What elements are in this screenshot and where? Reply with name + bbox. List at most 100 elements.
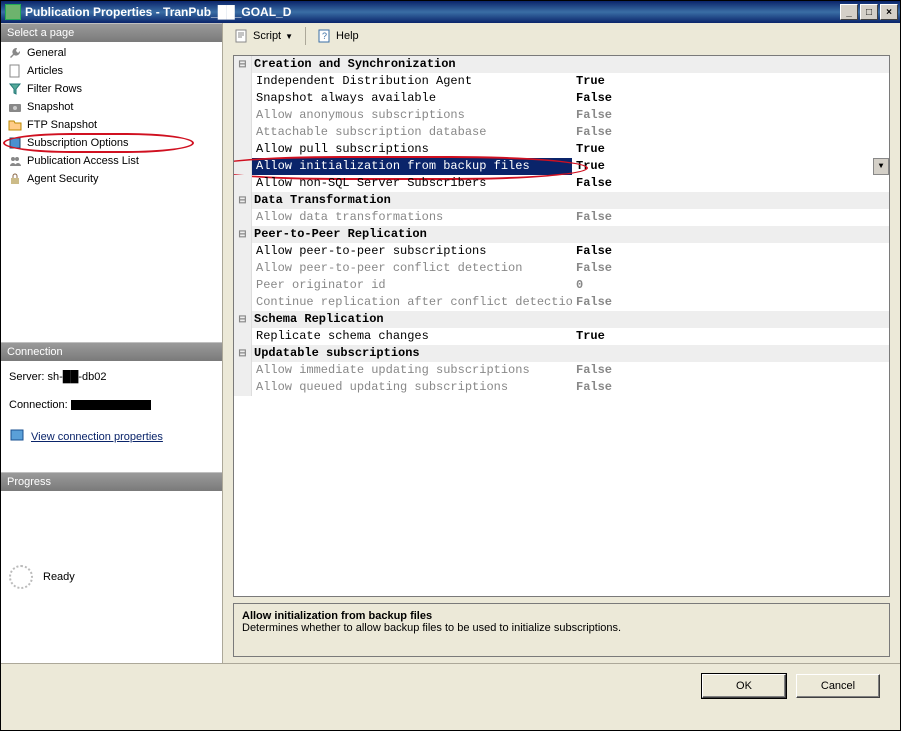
- page-icon: [7, 63, 23, 79]
- app-icon: [5, 4, 21, 20]
- property-value[interactable]: False: [572, 260, 889, 277]
- sidebar-item-general[interactable]: General: [1, 44, 222, 62]
- property-row[interactable]: Allow anonymous subscriptionsFalse: [234, 107, 889, 124]
- property-row[interactable]: Allow initialization from backup filesTr…: [234, 158, 889, 175]
- property-value[interactable]: True: [572, 73, 889, 90]
- select-page-header: Select a page: [1, 23, 222, 42]
- wrench-icon: [7, 45, 23, 61]
- category-label: Schema Replication: [252, 311, 572, 328]
- connection-header: Connection: [1, 342, 222, 361]
- category-header[interactable]: ⊟Peer-to-Peer Replication: [234, 226, 889, 243]
- property-row[interactable]: Replicate schema changesTrue: [234, 328, 889, 345]
- main-panel: Script ▼ ? Help ⊟Creation and Synchroniz…: [223, 23, 900, 663]
- property-value[interactable]: False: [572, 124, 889, 141]
- category-label: Data Transformation: [252, 192, 572, 209]
- collapse-icon[interactable]: ⊟: [234, 345, 252, 362]
- property-label: Allow peer-to-peer subscriptions: [252, 243, 572, 260]
- description-panel: Allow initialization from backup files D…: [233, 603, 890, 657]
- view-connection-properties-link[interactable]: View connection properties: [31, 431, 163, 443]
- property-label: Allow non-SQL Server Subscribers: [252, 175, 572, 192]
- book-icon: [7, 135, 23, 151]
- property-row[interactable]: Snapshot always availableFalse: [234, 90, 889, 107]
- property-row[interactable]: Allow immediate updating subscriptionsFa…: [234, 362, 889, 379]
- category-header[interactable]: ⊟Updatable subscriptions: [234, 345, 889, 362]
- sidebar-item-label: General: [27, 47, 66, 59]
- minimize-button[interactable]: _: [840, 4, 858, 20]
- page-nav-list: General Articles Filter Rows Snapshot FTP Sn…: [1, 42, 222, 190]
- folder-icon: [7, 117, 23, 133]
- property-label: Allow anonymous subscriptions: [252, 107, 572, 124]
- description-text: Determines whether to allow backup files…: [242, 622, 881, 634]
- property-row[interactable]: Peer originator id0: [234, 277, 889, 294]
- property-value[interactable]: 0: [572, 277, 889, 294]
- property-value[interactable]: True: [572, 141, 889, 158]
- property-row[interactable]: Continue replication after conflict dete…: [234, 294, 889, 311]
- property-value[interactable]: False: [572, 379, 889, 396]
- script-button[interactable]: Script ▼: [231, 27, 297, 45]
- sidebar-item-label: Articles: [27, 65, 63, 77]
- sidebar-item-publication-access-list[interactable]: Publication Access List: [1, 152, 222, 170]
- collapse-icon[interactable]: ⊟: [234, 311, 252, 328]
- progress-panel: Ready: [1, 491, 222, 663]
- property-label: Allow queued updating subscriptions: [252, 379, 572, 396]
- sidebar-item-articles[interactable]: Articles: [1, 62, 222, 80]
- property-label: Peer originator id: [252, 277, 572, 294]
- property-value[interactable]: True▼: [572, 158, 889, 175]
- property-label: Continue replication after conflict dete…: [252, 294, 572, 311]
- property-value[interactable]: False: [572, 294, 889, 311]
- property-row[interactable]: Allow data transformationsFalse: [234, 209, 889, 226]
- property-label: Allow peer-to-peer conflict detection: [252, 260, 572, 277]
- category-label: Peer-to-Peer Replication: [252, 226, 572, 243]
- property-value[interactable]: False: [572, 243, 889, 260]
- dropdown-button[interactable]: ▼: [873, 158, 889, 175]
- lock-icon: [7, 171, 23, 187]
- collapse-icon[interactable]: ⊟: [234, 226, 252, 243]
- property-label: Independent Distribution Agent: [252, 73, 572, 90]
- property-value[interactable]: False: [572, 209, 889, 226]
- connection-props-icon: [9, 427, 25, 446]
- sidebar-item-label: FTP Snapshot: [27, 119, 97, 131]
- property-label: Allow pull subscriptions: [252, 141, 572, 158]
- maximize-button[interactable]: □: [860, 4, 878, 20]
- sidebar-item-agent-security[interactable]: Agent Security: [1, 170, 222, 188]
- category-header[interactable]: ⊟Schema Replication: [234, 311, 889, 328]
- svg-text:?: ?: [322, 31, 327, 41]
- category-header[interactable]: ⊟Creation and Synchronization: [234, 56, 889, 73]
- property-row[interactable]: Allow peer-to-peer subscriptionsFalse: [234, 243, 889, 260]
- collapse-icon[interactable]: ⊟: [234, 192, 252, 209]
- sidebar-item-filter-rows[interactable]: Filter Rows: [1, 80, 222, 98]
- filter-icon: [7, 81, 23, 97]
- cancel-button[interactable]: Cancel: [796, 674, 880, 698]
- category-header[interactable]: ⊟Data Transformation: [234, 192, 889, 209]
- property-label: Allow initialization from backup files: [252, 158, 572, 175]
- sidebar: Select a page General Articles Filter Rows…: [1, 23, 223, 663]
- sidebar-item-snapshot[interactable]: Snapshot: [1, 98, 222, 116]
- connection-value: [71, 400, 151, 410]
- chevron-down-icon: ▼: [285, 32, 293, 41]
- property-row[interactable]: Allow peer-to-peer conflict detectionFal…: [234, 260, 889, 277]
- sidebar-item-label: Subscription Options: [27, 137, 129, 149]
- help-button[interactable]: ? Help: [314, 27, 363, 45]
- property-row[interactable]: Allow pull subscriptionsTrue: [234, 141, 889, 158]
- collapse-icon[interactable]: ⊟: [234, 56, 252, 73]
- connection-label: Connection:: [9, 399, 68, 411]
- sidebar-item-ftp-snapshot[interactable]: FTP Snapshot: [1, 116, 222, 134]
- property-row[interactable]: Allow non-SQL Server SubscribersFalse: [234, 175, 889, 192]
- property-value[interactable]: True: [572, 328, 889, 345]
- sidebar-item-label: Agent Security: [27, 173, 99, 185]
- property-row[interactable]: Allow queued updating subscriptionsFalse: [234, 379, 889, 396]
- property-row[interactable]: Attachable subscription databaseFalse: [234, 124, 889, 141]
- property-value[interactable]: False: [572, 175, 889, 192]
- property-value[interactable]: False: [572, 362, 889, 379]
- dialog-footer: OK Cancel: [1, 663, 900, 707]
- sidebar-item-label: Snapshot: [27, 101, 73, 113]
- property-value[interactable]: False: [572, 107, 889, 124]
- property-row[interactable]: Independent Distribution AgentTrue: [234, 73, 889, 90]
- server-value: sh-██-db02: [48, 371, 107, 383]
- progress-status: Ready: [43, 571, 75, 583]
- sidebar-item-subscription-options[interactable]: Subscription Options: [1, 134, 222, 152]
- help-icon: ?: [318, 29, 332, 43]
- ok-button[interactable]: OK: [702, 674, 786, 698]
- property-value[interactable]: False: [572, 90, 889, 107]
- close-button[interactable]: ×: [880, 4, 898, 20]
